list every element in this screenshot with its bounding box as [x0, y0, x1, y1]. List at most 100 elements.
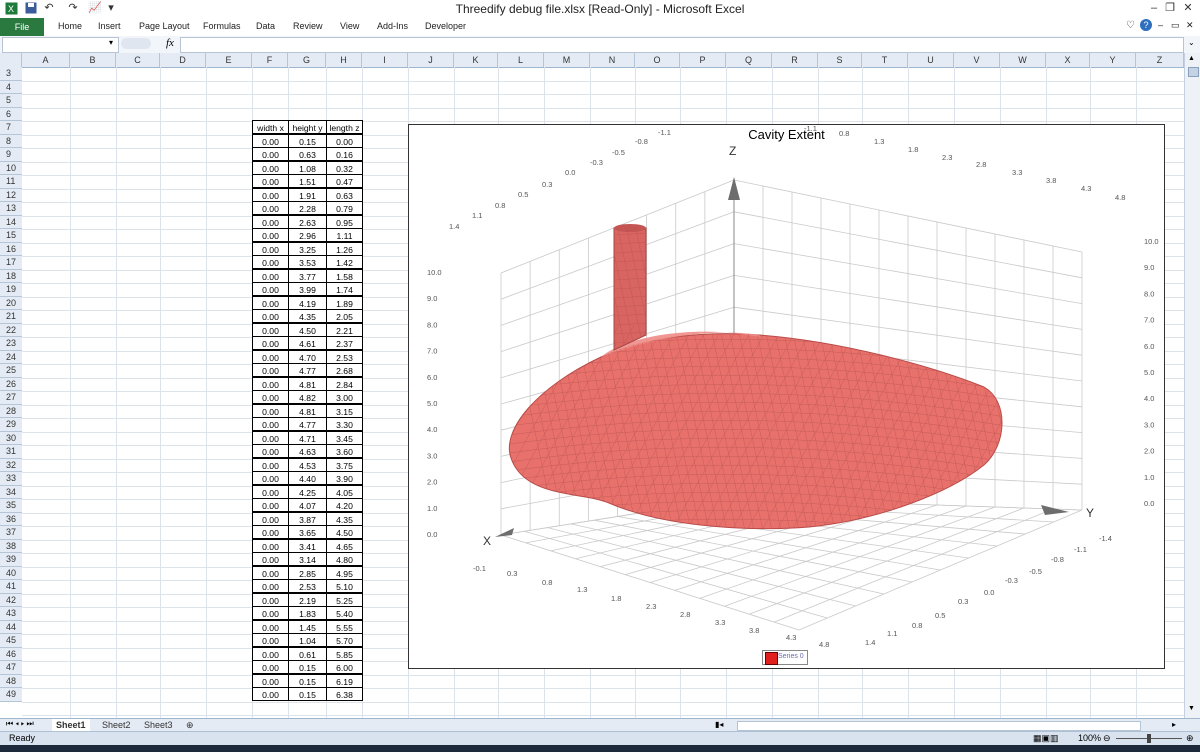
tab-data[interactable]: Data: [256, 21, 275, 31]
table-cell[interactable]: height y: [288, 120, 327, 134]
workbook-close-button[interactable]: ✕: [1186, 20, 1194, 31]
name-box[interactable]: [2, 37, 119, 53]
row-header[interactable]: 31: [0, 445, 22, 459]
table-cell[interactable]: 0.00: [252, 646, 289, 661]
table-cell[interactable]: 3.15: [326, 403, 363, 418]
column-header[interactable]: T: [862, 53, 908, 67]
table-cell[interactable]: 0.00: [252, 484, 289, 499]
row-header[interactable]: 21: [0, 310, 22, 324]
table-cell[interactable]: 2.84: [326, 376, 363, 391]
table-cell[interactable]: 0.95: [326, 214, 363, 229]
row-header[interactable]: 26: [0, 377, 22, 391]
row-header[interactable]: 19: [0, 283, 22, 297]
zoom-in-icon[interactable]: ⊕: [1186, 733, 1194, 744]
table-cell[interactable]: 0.00: [252, 349, 289, 364]
scroll-thumb[interactable]: [1188, 67, 1199, 77]
cavity-extent-chart[interactable]: Cavity Extent X Z Y 10.0 9.0 8.0 7.0 6.0 5.0 4.0 3…: [408, 124, 1165, 669]
zoom-slider-thumb[interactable]: [1147, 734, 1151, 743]
row-header[interactable]: 6: [0, 107, 22, 121]
table-cell[interactable]: 4.80: [326, 552, 363, 566]
row-header[interactable]: 41: [0, 580, 22, 594]
column-header[interactable]: J: [408, 53, 454, 67]
table-cell[interactable]: 3.14: [288, 552, 327, 566]
row-header[interactable]: 14: [0, 215, 22, 229]
table-cell[interactable]: 0.63: [326, 187, 363, 202]
row-header[interactable]: 5: [0, 94, 22, 108]
row-header[interactable]: 44: [0, 620, 22, 634]
table-cell[interactable]: 0.63: [288, 147, 327, 161]
table-cell[interactable]: 0.00: [252, 619, 289, 634]
column-header[interactable]: L: [498, 53, 544, 67]
table-cell[interactable]: 4.19: [288, 295, 327, 310]
table-cell[interactable]: 4.77: [288, 417, 327, 431]
table-cell[interactable]: 0.00: [252, 498, 289, 512]
column-header[interactable]: E: [206, 53, 252, 67]
table-cell[interactable]: 4.71: [288, 430, 327, 445]
column-header[interactable]: Z: [1136, 53, 1184, 67]
table-cell[interactable]: 1.45: [288, 619, 327, 634]
table-cell[interactable]: 4.35: [288, 309, 327, 323]
row-header[interactable]: 46: [0, 647, 22, 661]
table-cell[interactable]: 0.00: [252, 187, 289, 202]
table-cell[interactable]: 6.19: [326, 673, 363, 688]
column-header[interactable]: V: [954, 53, 1000, 67]
table-cell[interactable]: 0.15: [288, 687, 327, 701]
column-header[interactable]: G: [288, 53, 326, 67]
formula-bar-expand-icon[interactable]: ⌄: [1188, 38, 1195, 47]
table-cell[interactable]: 0.47: [326, 174, 363, 188]
table-cell[interactable]: 0.79: [326, 201, 363, 215]
row-header[interactable]: 11: [0, 175, 22, 189]
tab-page-layout[interactable]: Page Layout: [139, 21, 190, 31]
table-cell[interactable]: 4.82: [288, 390, 327, 404]
table-cell[interactable]: 0.00: [252, 228, 289, 242]
tab-view[interactable]: View: [340, 21, 359, 31]
column-header[interactable]: H: [326, 53, 362, 67]
row-header[interactable]: 47: [0, 661, 22, 675]
tab-formulas[interactable]: Formulas: [203, 21, 241, 31]
row-header[interactable]: 40: [0, 566, 22, 580]
table-cell[interactable]: 1.26: [326, 241, 363, 256]
row-header[interactable]: 17: [0, 256, 22, 270]
table-cell[interactable]: 5.85: [326, 646, 363, 661]
help-icon[interactable]: ?: [1140, 19, 1152, 31]
table-cell[interactable]: 3.60: [326, 444, 363, 458]
column-header[interactable]: Q: [726, 53, 772, 67]
row-header[interactable]: 4: [0, 80, 22, 94]
table-cell[interactable]: 4.25: [288, 484, 327, 499]
table-cell[interactable]: 0.00: [252, 403, 289, 418]
column-header[interactable]: P: [680, 53, 726, 67]
row-header[interactable]: 7: [0, 121, 22, 135]
column-header[interactable]: C: [116, 53, 160, 67]
table-cell[interactable]: 0.00: [252, 552, 289, 566]
table-cell[interactable]: 5.40: [326, 606, 363, 620]
table-cell[interactable]: 0.00: [252, 147, 289, 161]
zoom-level[interactable]: 100%: [1078, 733, 1101, 743]
table-cell[interactable]: 0.00: [252, 255, 289, 269]
table-cell[interactable]: 4.95: [326, 565, 363, 580]
close-button[interactable]: ✕: [1180, 1, 1196, 15]
column-header[interactable]: U: [908, 53, 954, 67]
column-header[interactable]: Y: [1090, 53, 1136, 67]
row-header[interactable]: 18: [0, 269, 22, 283]
table-cell[interactable]: 2.68: [326, 363, 363, 377]
scroll-right-icon[interactable]: ▸: [1172, 720, 1176, 729]
table-cell[interactable]: 0.00: [252, 511, 289, 526]
table-cell[interactable]: 5.10: [326, 579, 363, 593]
tab-home[interactable]: Home: [58, 21, 82, 31]
table-cell[interactable]: 0.00: [252, 592, 289, 607]
column-header[interactable]: X: [1046, 53, 1090, 67]
formula-expand-handle[interactable]: [121, 38, 151, 49]
tab-add-ins[interactable]: Add-Ins: [377, 21, 408, 31]
table-cell[interactable]: 0.00: [252, 579, 289, 593]
table-cell[interactable]: 3.99: [288, 282, 327, 296]
table-cell[interactable]: 0.15: [288, 133, 327, 148]
table-cell[interactable]: 0.00: [252, 336, 289, 350]
table-cell[interactable]: 4.77: [288, 363, 327, 377]
table-cell[interactable]: 4.07: [288, 498, 327, 512]
table-cell[interactable]: 4.70: [288, 349, 327, 364]
table-cell[interactable]: 0.00: [252, 201, 289, 215]
table-cell[interactable]: 0.00: [252, 133, 289, 148]
table-cell[interactable]: 4.20: [326, 498, 363, 512]
table-cell[interactable]: 0.00: [252, 390, 289, 404]
column-header[interactable]: S: [818, 53, 862, 67]
